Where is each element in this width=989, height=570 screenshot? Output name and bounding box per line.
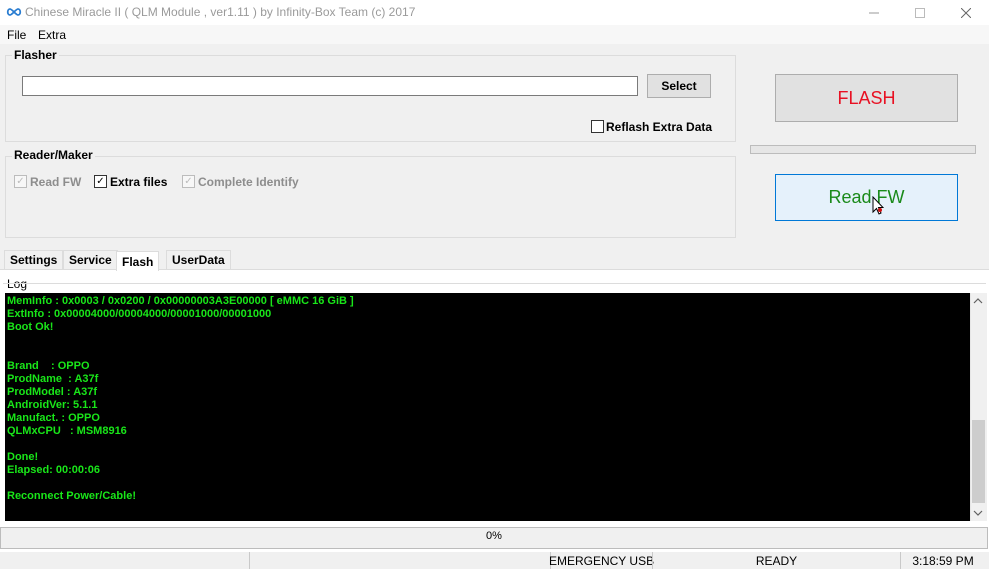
scroll-up-icon[interactable]: [973, 297, 983, 305]
log-label: Log: [7, 277, 28, 291]
reflash-extra-data-label: Reflash Extra Data: [606, 120, 713, 134]
infinity-icon: [6, 8, 22, 16]
progress-percent: 0%: [486, 530, 502, 542]
status-state: READY: [652, 552, 900, 569]
scroll-thumb[interactable]: [972, 420, 985, 503]
maximize-button[interactable]: [897, 0, 943, 25]
log-console[interactable]: MemInfo : 0x0003 / 0x0200 / 0x00000003A3…: [5, 293, 970, 521]
tab-settings[interactable]: Settings: [4, 250, 64, 269]
maximize-icon: [915, 7, 925, 18]
minimize-icon: [869, 12, 879, 13]
minimize-button[interactable]: [851, 0, 897, 25]
status-time: 3:18:59 PM: [900, 552, 985, 569]
reflash-extra-data-checkbox[interactable]: [591, 120, 604, 133]
flasher-group-label: Flasher: [12, 48, 59, 62]
firmware-path-input[interactable]: [22, 76, 638, 96]
complete-identify-label: Complete Identify: [198, 175, 299, 189]
tab-userdata[interactable]: UserData: [166, 250, 231, 269]
operation-progress-bar: [750, 145, 976, 154]
mouse-cursor-icon: [872, 196, 884, 215]
status-cell-empty: [249, 552, 550, 569]
close-icon: [961, 7, 971, 18]
tab-service[interactable]: Service: [63, 250, 118, 269]
read-fw-button[interactable]: Read FW: [775, 174, 958, 221]
read-fw-option-label: Read FW: [30, 175, 82, 189]
select-button[interactable]: Select: [647, 74, 711, 98]
reader-maker-group: [5, 156, 736, 238]
status-connection: EMERGENCY USB: [548, 552, 655, 569]
log-text: MemInfo : 0x0003 / 0x0200 / 0x00000003A3…: [7, 295, 354, 502]
extra-files-checkbox[interactable]: ✓: [94, 175, 107, 188]
log-divider: [3, 283, 986, 284]
flash-button[interactable]: FLASH: [775, 74, 958, 122]
read-fw-checkbox[interactable]: ✓: [14, 175, 27, 188]
menu-extra[interactable]: Extra: [38, 28, 66, 42]
window-title: Chinese Miracle II ( QLM Module , ver1.1…: [25, 5, 416, 19]
tab-flash[interactable]: Flash: [116, 251, 160, 271]
close-button[interactable]: [943, 0, 989, 25]
menu-file[interactable]: File: [7, 28, 26, 42]
reader-maker-group-label: Reader/Maker: [12, 148, 95, 162]
scroll-down-icon[interactable]: [973, 509, 983, 517]
complete-identify-checkbox[interactable]: ✓: [182, 175, 195, 188]
extra-files-label: Extra files: [110, 175, 168, 189]
menu-bar: [0, 25, 989, 44]
